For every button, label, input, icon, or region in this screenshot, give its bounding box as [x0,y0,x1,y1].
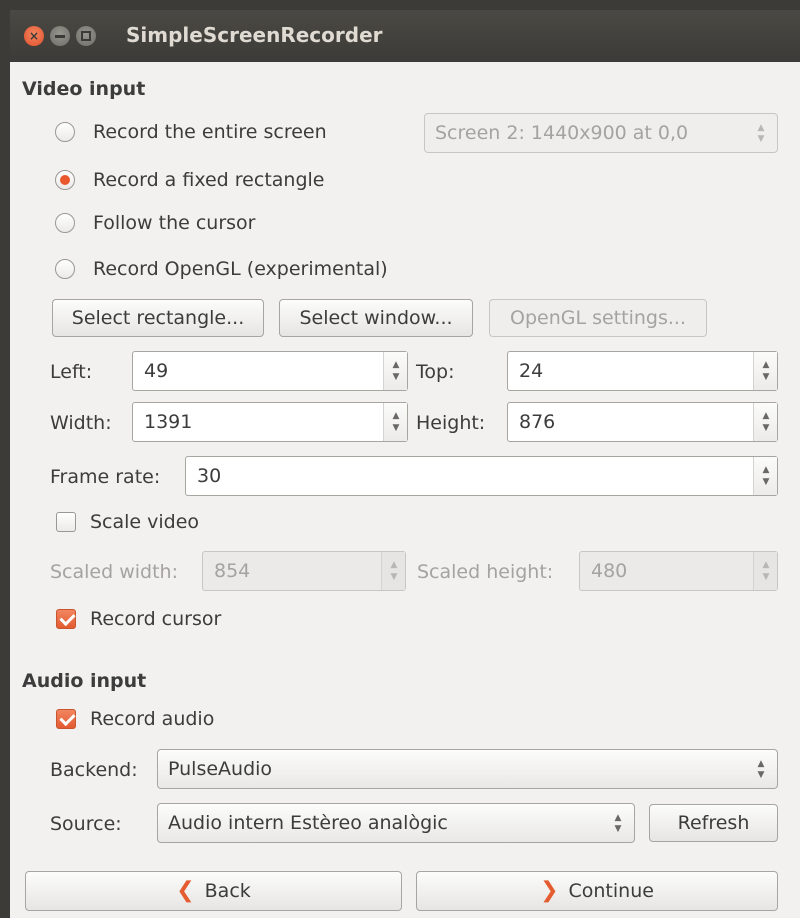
scale-video-label: Scale video [90,511,200,533]
top-value: 24 [519,360,544,382]
updown-arrows-icon[interactable]: ▲ ▼ [383,352,407,390]
screen-select-value: Screen 2: 1440x900 at 0,0 [435,122,689,144]
checkbox-indicator[interactable] [56,609,76,629]
height-label: Height: [416,412,486,434]
opengl-settings-button[interactable]: OpenGL settings... [489,299,707,337]
radio-opengl[interactable]: Record OpenGL (experimental) [55,257,388,281]
source-value: Audio intern Estèreo analògic [168,812,448,834]
updown-arrows-icon: ▲ ▼ [757,123,765,144]
backend-select[interactable]: PulseAudio ▲ ▼ [157,749,778,789]
continue-button-label: Continue [568,880,654,902]
updown-arrows-icon: ▲ ▼ [614,813,622,834]
record-audio-label: Record audio [90,708,215,730]
maximize-window-button[interactable] [76,26,96,46]
back-button[interactable]: ❮ Back [25,871,402,911]
top-spinbox[interactable]: 24 ▲ ▼ [507,351,778,391]
updown-arrows-icon[interactable]: ▲ ▼ [753,457,777,495]
radio-indicator[interactable] [55,213,75,233]
minimize-icon [50,26,70,46]
updown-arrows-icon[interactable]: ▲ ▼ [753,403,777,441]
height-value: 876 [519,411,556,433]
radio-opengl-label: Record OpenGL (experimental) [93,258,388,280]
top-label: Top: [416,361,455,383]
source-select[interactable]: Audio intern Estèreo analògic ▲ ▼ [157,803,635,843]
updown-arrows-icon[interactable]: ▲ ▼ [381,552,405,590]
updown-arrows-icon[interactable]: ▲ ▼ [753,552,777,590]
radio-follow-cursor-label: Follow the cursor [93,212,256,234]
updown-arrows-icon[interactable]: ▲ ▼ [753,352,777,390]
record-audio-checkbox[interactable]: Record audio [56,707,214,731]
checkbox-indicator[interactable] [56,709,76,729]
main-window: × SimpleScreenRecorder Video input Recor… [10,10,800,918]
back-button-label: Back [204,880,251,902]
screen-select[interactable]: Screen 2: 1440x900 at 0,0 ▲ ▼ [424,113,778,153]
scaled-height-spinbox[interactable]: 480 ▲ ▼ [579,551,778,591]
width-value: 1391 [144,411,193,433]
radio-entire-screen-label: Record the entire screen [93,121,327,143]
select-rectangle-button[interactable]: Select rectangle... [52,299,264,337]
left-spinbox[interactable]: 49 ▲ ▼ [132,351,408,391]
backend-label: Backend: [50,759,138,781]
width-spinbox[interactable]: 1391 ▲ ▼ [132,402,408,442]
frame-rate-value: 30 [197,465,222,487]
refresh-button[interactable]: Refresh [649,804,778,842]
scaled-height-value: 480 [591,560,628,582]
backend-value: PulseAudio [168,758,273,780]
audio-input-heading: Audio input [22,670,147,692]
frame-rate-label: Frame rate: [50,466,161,488]
left-label: Left: [50,361,93,383]
scaled-height-label: Scaled height: [417,561,554,583]
window-title: SimpleScreenRecorder [126,23,383,47]
updown-arrows-icon[interactable]: ▲ ▼ [383,403,407,441]
record-cursor-label: Record cursor [90,608,222,630]
scale-video-checkbox[interactable]: Scale video [56,510,199,534]
radio-fixed-rectangle[interactable]: Record a fixed rectangle [55,168,324,192]
source-label: Source: [50,813,122,835]
radio-fixed-rectangle-label: Record a fixed rectangle [93,169,325,191]
left-value: 49 [144,360,169,382]
video-input-heading: Video input [22,78,146,100]
select-window-button[interactable]: Select window... [279,299,473,337]
continue-button[interactable]: ❯ Continue [416,871,778,911]
scaled-width-spinbox[interactable]: 854 ▲ ▼ [202,551,406,591]
close-icon: × [28,29,40,43]
record-cursor-checkbox[interactable]: Record cursor [56,607,221,631]
checkbox-indicator[interactable] [56,512,76,532]
radio-entire-screen[interactable]: Record the entire screen [55,120,327,144]
radio-indicator[interactable] [55,259,75,279]
chevron-right-icon: ❯ [540,878,559,903]
width-label: Width: [50,412,112,434]
height-spinbox[interactable]: 876 ▲ ▼ [507,402,778,442]
updown-arrows-icon: ▲ ▼ [757,759,765,780]
title-bar[interactable]: × SimpleScreenRecorder [10,10,800,62]
radio-indicator[interactable] [55,122,75,142]
scaled-width-label: Scaled width: [50,561,178,583]
radio-follow-cursor[interactable]: Follow the cursor [55,211,256,235]
frame-rate-spinbox[interactable]: 30 ▲ ▼ [185,456,778,496]
close-window-button[interactable]: × [24,26,44,46]
maximize-icon [76,26,96,46]
chevron-left-icon: ❮ [176,878,195,903]
radio-indicator[interactable] [55,170,75,190]
minimize-window-button[interactable] [50,26,70,46]
scaled-width-value: 854 [214,560,251,582]
